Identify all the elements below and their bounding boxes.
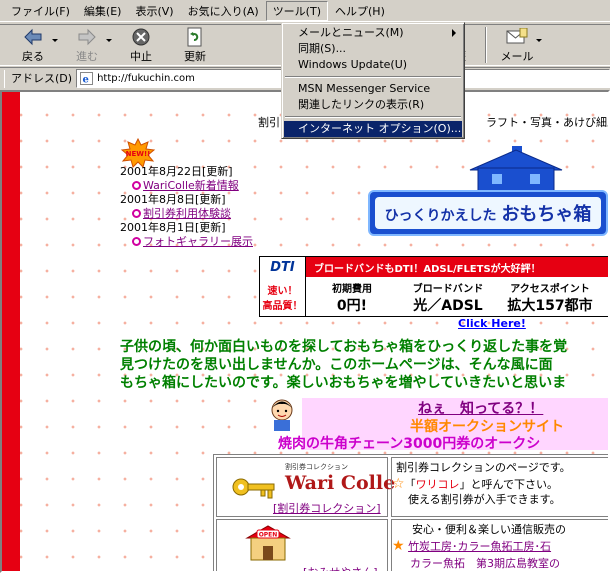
shop-link[interactable]: [おみせやさん] xyxy=(303,564,378,571)
tools-menu-related-links[interactable]: 関連したリンクの表示(R) xyxy=(284,97,462,113)
key-icon xyxy=(231,472,277,505)
menu-view[interactable]: 表示(V) xyxy=(128,1,180,21)
tools-menu-internet-options[interactable]: インターネット オプション(O)... xyxy=(284,121,462,137)
auction-ad[interactable]: ねぇ 知ってる？！ 半額オークションサイト 焼肉の牛角チェーン3000円券のオー… xyxy=(278,398,608,452)
banner-headline: ブロードバンドもDTI！ADSL/FLETSが大好評！ xyxy=(314,263,541,275)
mail-dropdown-icon[interactable] xyxy=(536,39,542,42)
banner-col-fee: 初期費用 0円! xyxy=(332,283,372,314)
address-url: http://fukuchin.com xyxy=(97,73,195,84)
auction-ad-line3: 焼肉の牛角チェーン3000円券のオークシ xyxy=(278,436,541,452)
red-side-bar xyxy=(2,92,20,571)
new-badge-text: NEW!! xyxy=(126,150,151,158)
banner-col-broadband: ブロードバンド 光／ADSL xyxy=(412,283,484,314)
back-label: 戻る xyxy=(22,50,44,63)
svg-text:e: e xyxy=(83,75,89,86)
auction-ad-line1: ねぇ 知ってる？！ xyxy=(418,401,544,417)
forward-arrow-icon xyxy=(76,27,98,47)
person-icon xyxy=(265,397,299,434)
click-here-link[interactable]: Click Here! xyxy=(458,317,526,330)
address-label: アドレス(D) xyxy=(4,69,76,88)
menu-separator xyxy=(285,116,461,118)
waricolle-caption: 割引券コレクション xyxy=(285,463,348,471)
star-filled-icon: ★ xyxy=(392,538,405,554)
news-link[interactable]: WariColle新着情報 xyxy=(120,179,253,193)
waricolle-cell: 割引券コレクション Wari Colle [割引券コレクション] xyxy=(216,457,395,517)
shop-desc-1: 安心・便利＆楽しい通信販売の xyxy=(412,523,566,536)
bullet-icon xyxy=(132,181,141,190)
menu-file[interactable]: ファイル(F) xyxy=(4,1,77,21)
refresh-button[interactable]: 更新 xyxy=(168,25,222,65)
shop-cell: OPEN [おみせやさん] xyxy=(216,519,388,571)
stop-icon xyxy=(130,27,152,47)
content-table: 割引券コレクション Wari Colle [割引券コレクション] 割引券コレクシ… xyxy=(213,454,608,571)
intro-paragraph: 子供の頃、何か面白いものを探しておもちゃ箱をひっくり返した事を覚 見つけたのを思… xyxy=(120,339,568,391)
menu-help[interactable]: ヘルプ(H) xyxy=(328,1,392,21)
tools-menu-sync[interactable]: 同期(S)... xyxy=(284,41,462,57)
dti-logo: DTI xyxy=(260,257,306,277)
logo-text-small: ひっくりかえした xyxy=(384,208,497,224)
logo-text-big: おもちゃ箱 xyxy=(501,204,592,225)
waricolle-desc-3: 使える割引券が入手できます。 xyxy=(408,493,561,506)
dti-banner[interactable]: DTI ブロードバンドもDTI！ADSL/FLETSが大好評！ 速い！ 高品質！… xyxy=(259,256,608,317)
shop-desc-cell: 安心・便利＆楽しい通信販売の ★ 竹炭工房･カラー魚拓工房･石 カラー魚拓 第3… xyxy=(391,519,608,571)
mail-label: メール xyxy=(500,50,534,63)
page-viewport: 割引 ラフト・写真・あけび細工など NEW!! 2001年8月22日[更新] Wa… xyxy=(0,90,610,573)
mail-button[interactable]: メール xyxy=(490,25,544,65)
tools-menu-mail-news[interactable]: メールとニュース(M) xyxy=(284,25,462,41)
tools-menu: メールとニュース(M) 同期(S)... Windows Update(U) M… xyxy=(281,22,465,139)
submenu-arrow-icon xyxy=(452,29,456,37)
intro-tail: ラフト・写真・あけび細工など xyxy=(486,116,608,129)
news-link[interactable]: 割引券利用体験談 xyxy=(120,207,253,221)
waricolle-desc-2: ☆「ワリコレ」と呼んで下さい。 xyxy=(392,476,559,492)
back-dropdown-icon[interactable] xyxy=(52,39,58,42)
waricolle-desc-1: 割引券コレクションのページです。 xyxy=(396,461,571,474)
news-link[interactable]: フォトギャラリー展示 xyxy=(120,235,253,249)
waricolle-logo: Wari Colle xyxy=(285,472,396,494)
tools-menu-msn-messenger[interactable]: MSN Messenger Service xyxy=(284,81,462,97)
forward-label: 進む xyxy=(76,50,98,63)
menu-edit[interactable]: 編集(E) xyxy=(77,1,129,21)
site-logo[interactable]: ひっくりかえした おもちゃ箱 xyxy=(368,190,608,236)
waricolle-desc-cell: 割引券コレクションのページです。 ☆「ワリコレ」と呼んで下さい。 使える割引券が… xyxy=(391,457,608,517)
refresh-icon xyxy=(184,27,206,47)
intro-fragment: 割引 xyxy=(258,116,280,129)
menu-tools[interactable]: ツール(T) xyxy=(265,0,328,21)
browser-window: ファイル(F) 編集(E) 表示(V) お気に入り(A) ツール(T) ヘルプ(… xyxy=(0,0,610,573)
shop-desc-3: カラー魚拓 第3期広島教室の xyxy=(410,557,560,570)
shop-icon: OPEN xyxy=(243,524,293,565)
menu-favorites[interactable]: お気に入り(A) xyxy=(181,1,266,21)
mail-icon xyxy=(506,27,528,47)
bullet-icon xyxy=(132,237,141,246)
toolbar-separator xyxy=(485,27,487,63)
news-date: 2001年8月1日[更新] xyxy=(120,221,226,234)
back-button[interactable]: 戻る xyxy=(6,25,60,65)
refresh-label: 更新 xyxy=(184,50,206,63)
menu-separator xyxy=(285,76,461,78)
bullet-icon xyxy=(132,209,141,218)
menu-bar: ファイル(F) 編集(E) 表示(V) お気に入り(A) ツール(T) ヘルプ(… xyxy=(0,0,610,22)
waricolle-link[interactable]: [割引券コレクション] xyxy=(273,500,381,516)
news-list: 2001年8月22日[更新] WariColle新着情報 2001年8月8日[更… xyxy=(120,165,253,249)
news-date: 2001年8月8日[更新] xyxy=(120,193,226,206)
forward-button[interactable]: 進む xyxy=(60,25,114,65)
forward-dropdown-icon[interactable] xyxy=(106,39,112,42)
stop-label: 中止 xyxy=(130,50,152,63)
tools-menu-windows-update[interactable]: Windows Update(U) xyxy=(284,57,462,73)
ie-page-icon: e xyxy=(80,72,94,86)
star-outline-icon: ☆ xyxy=(392,476,405,492)
shop-badge-text: OPEN xyxy=(259,532,278,539)
stop-button[interactable]: 中止 xyxy=(114,25,168,65)
shop-desc-2: ★ 竹炭工房･カラー魚拓工房･石 xyxy=(392,538,552,554)
news-date: 2001年8月22日[更新] xyxy=(120,165,233,178)
banner-col-access: アクセスポイント 拡大157都市 xyxy=(507,283,593,314)
back-arrow-icon xyxy=(22,27,44,47)
banner-speed: 速い！ 高品質！ xyxy=(260,277,306,317)
